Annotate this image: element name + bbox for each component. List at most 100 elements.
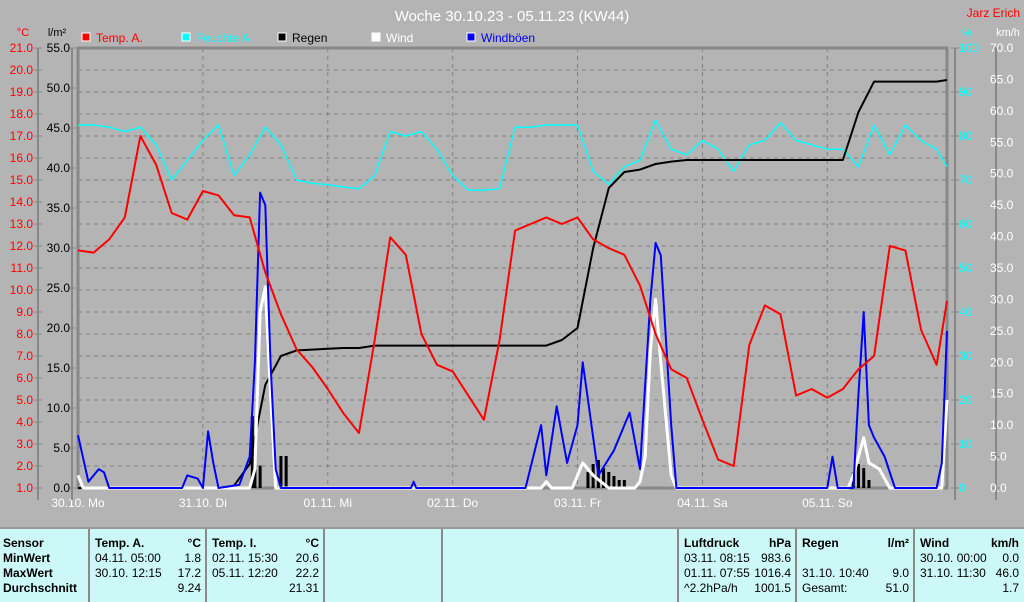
legend-label-temp: Temp. A. [96,31,143,45]
day-label: 05.11. So [802,496,853,510]
wind-tick-label: 60.0 [990,104,1014,118]
column-unit: l/m² [887,536,909,550]
col-wind: Wind km/h 30.10. 00:00 0.0 31.10. 11:30 46.0 1… [913,529,1023,602]
rain-tick-label: 10.0 [47,401,71,415]
wind-tick-label: 40.0 [990,230,1014,244]
rain-bar [586,472,590,488]
col-luftdruck: Luftdruck hPa 03.11. 08:15 983.6 01.11. 07:5… [677,529,795,602]
stat-time: ^2.2hPa/h [684,581,738,595]
rain-tick-label: 25.0 [47,281,71,295]
rain-tick-label: 20.0 [47,321,71,335]
stat-value: 983.6 [760,551,791,565]
stat-row: 02.11. 15:30 20.6 [212,551,319,566]
temp-tick-label: 16.0 [10,151,34,165]
temp-tick-label: 4.0 [16,415,33,429]
day-label: 03.11. Fr [554,496,601,510]
stat-row: 21.31 [212,581,319,596]
temp-tick-label: 3.0 [16,437,33,451]
stat-value: 9.24 [177,581,201,595]
stat-value: 0.0 [1002,551,1019,565]
temp-tick-label: 5.0 [16,393,33,407]
temperature-line [77,135,948,467]
hum-tick-label: 100 [959,41,979,55]
empty-column [323,529,441,602]
stat-time: 02.11. 15:30 [212,551,278,565]
wind-tick-label: 0.0 [990,481,1007,495]
wind-tick-label: 25.0 [990,324,1014,338]
temp-tick-label: 21.0 [10,41,34,55]
stat-value: 21.31 [288,581,319,595]
stat-value: 1001.5 [754,581,791,595]
stat-value: 1.8 [184,551,201,565]
stat-time: 31.10. 11:30 [920,566,986,580]
column-header: Wind [920,536,950,550]
maxwert-label: MaxWert [3,566,53,580]
column-unit: hPa [768,536,791,550]
day-label: 04.11. Sa [677,496,728,510]
hum-tick-label: 70 [959,173,973,187]
minwert-label: MinWert [3,551,51,565]
column-header: Luftdruck [684,536,740,550]
stat-time: 01.11. 07:55 [684,566,750,580]
stat-row: 05.11. 12:20 22.2 [212,566,319,581]
legend-swatch-temp [81,32,91,42]
weather-chart: Woche 30.10.23 - 05.11.23 (KW44) Jarz Er… [10,6,1020,510]
stat-value: 51.0 [885,581,909,595]
hum-tick-label: 60 [959,217,973,231]
col-temp-i: Temp. I. °C 02.11. 15:30 20.6 05.11. 12:20 22… [205,529,323,602]
stat-time: 05.11. 12:20 [212,566,278,580]
rain-tick-label: 0.0 [53,481,70,495]
plot-marks [76,79,949,490]
temp-tick-label: 2.0 [16,459,33,473]
temp-tick-label: 17.0 [10,129,34,143]
grid [76,46,949,490]
stat-value: 1016.4 [754,566,791,580]
rain-bar [857,464,861,488]
temp-tick-label: 6.0 [16,371,33,385]
col-regen: Regen l/m² 31.10. 10:40 9.0 Gesamt: 51.0 [795,529,913,602]
day-label: 31.10. Di [179,496,227,510]
wind-line [76,285,949,490]
temp-tick-label: 1.0 [16,481,33,495]
stat-row: 01.11. 07:55 1016.4 [684,566,791,581]
stat-time: 31.10. 10:40 [802,566,869,580]
column-header: Regen [802,536,839,550]
column-header: Temp. A. [95,536,145,550]
rain-tick-label: 55.0 [47,41,71,55]
stat-row: 30.10. 00:00 0.0 [920,551,1019,566]
hum-tick-label: 0 [959,481,966,495]
legend-swatch-rain [277,32,287,42]
legend-label-gust: Windböen [481,31,535,45]
stat-row: 03.11. 08:15 983.6 [684,551,791,566]
stat-row: Gesamt: 51.0 [802,581,909,596]
temp-tick-label: 18.0 [10,107,34,121]
legend-swatch-wind [371,32,381,42]
temp-tick-label: 11.0 [11,261,34,275]
hum-tick-label: 90 [959,85,973,99]
chart-title: Woche 30.10.23 - 05.11.23 (KW44) [395,8,630,25]
stat-row: 31.10. 11:30 46.0 [920,566,1019,581]
legend-swatch-gust [466,32,476,42]
hum-tick-label: 20 [959,393,973,407]
temp-tick-label: 13.0 [10,217,34,231]
stat-row: 9.24 [95,581,201,596]
statistics-table: Sensor MinWert MaxWert Durchschnitt Temp… [0,527,1024,602]
column-unit: km/h [990,536,1019,550]
wind-tick-label: 35.0 [990,261,1014,275]
rain-tick-label: 45.0 [47,121,71,135]
stat-value: 17.2 [177,566,201,580]
stat-time: 30.10. 12:15 [95,566,162,580]
col-temp-a: Temp. A. °C 04.11. 05:00 1.8 30.10. 12:15 17.… [88,529,205,602]
hum-tick-label: 80 [959,129,973,143]
rain-bar [867,480,871,488]
rain-tick-label: 30.0 [47,241,71,255]
rain-bar [284,456,288,488]
rain-tick-label: 15.0 [47,361,71,375]
wind-tick-label: 20.0 [990,355,1014,369]
temp-tick-label: 7.0 [16,349,33,363]
rain-unit-label: l/m² [48,27,67,39]
hum-tick-label: 50 [959,261,973,275]
rain-bar [862,468,866,488]
wind-tick-label: 15.0 [990,387,1014,401]
wind-tick-label: 50.0 [990,167,1014,181]
